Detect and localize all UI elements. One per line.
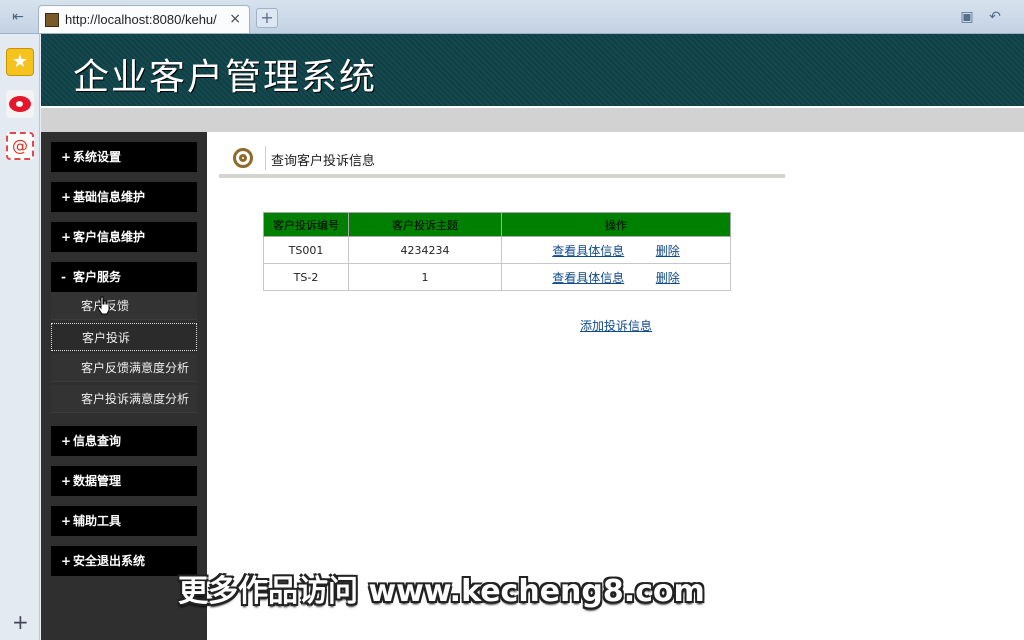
expand-sign: + bbox=[61, 514, 72, 528]
menu-label: 客户服务 bbox=[73, 270, 122, 284]
menu-label: 数据管理 bbox=[73, 474, 122, 488]
restore-window-icon[interactable]: ▣ bbox=[958, 9, 976, 25]
favicon-icon bbox=[45, 13, 59, 27]
row-actions: 查看具体信息 删除 bbox=[501, 236, 731, 264]
submenu-complaint-satisfaction[interactable]: 客户投诉满意度分析 bbox=[51, 385, 197, 413]
delete-link[interactable]: 删除 bbox=[656, 244, 680, 258]
menu-system-settings[interactable]: + 系统设置 bbox=[51, 142, 197, 172]
browser-tab[interactable]: http://localhost:8080/kehu/ × bbox=[38, 5, 250, 33]
title-separator bbox=[265, 146, 266, 170]
submenu-feedback-satisfaction[interactable]: 客户反馈满意度分析 bbox=[51, 354, 197, 382]
menu-label: 辅助工具 bbox=[73, 514, 122, 528]
column-header: 客户投诉主题 bbox=[348, 212, 502, 237]
table-header-row: 客户投诉编号 客户投诉主题 操作 bbox=[263, 212, 731, 237]
expand-sign: + bbox=[61, 230, 72, 244]
table-row: TS-2 1 查看具体信息 删除 bbox=[263, 263, 731, 291]
row-actions: 查看具体信息 删除 bbox=[501, 263, 731, 291]
menu-customer-info[interactable]: + 客户信息维护 bbox=[51, 222, 197, 252]
view-details-link[interactable]: 查看具体信息 bbox=[552, 244, 624, 258]
favorites-star-icon[interactable]: ★ bbox=[6, 48, 34, 76]
delete-link[interactable]: 删除 bbox=[656, 271, 680, 285]
expand-sign: + bbox=[61, 190, 72, 204]
expand-sign: + bbox=[61, 554, 72, 568]
section-divider bbox=[219, 174, 785, 178]
menu-customer-service[interactable]: - 客户服务 bbox=[51, 262, 197, 292]
menu-tools[interactable]: + 辅助工具 bbox=[51, 506, 197, 536]
menu-label: 信息查询 bbox=[73, 434, 122, 448]
column-header: 客户投诉编号 bbox=[263, 212, 349, 237]
browser-toolbar: ⇤ http://localhost:8080/kehu/ × + ▣ ↶ bbox=[0, 0, 1024, 34]
complaint-topic: 1 bbox=[348, 263, 502, 291]
page-title: 企业客户管理系统 bbox=[73, 57, 378, 98]
expand-sign: + bbox=[61, 434, 72, 448]
mail-icon[interactable]: @ bbox=[6, 132, 34, 160]
menu-label: 基础信息维护 bbox=[73, 190, 146, 204]
add-complaint-link[interactable]: 添加投诉信息 bbox=[580, 317, 652, 334]
header-divider bbox=[41, 106, 1024, 132]
view-details-link[interactable]: 查看具体信息 bbox=[552, 271, 624, 285]
collapse-sign: - bbox=[61, 270, 66, 284]
add-icon[interactable]: + bbox=[12, 610, 29, 634]
close-icon[interactable]: × bbox=[229, 11, 241, 27]
menu-label: 系统设置 bbox=[73, 150, 122, 164]
table-row: TS001 4234234 查看具体信息 删除 bbox=[263, 236, 731, 264]
menu-basic-info[interactable]: + 基础信息维护 bbox=[51, 182, 197, 212]
undo-icon[interactable]: ↶ bbox=[986, 9, 1004, 25]
menu-logout[interactable]: + 安全退出系统 bbox=[51, 546, 197, 576]
header-banner: 企业客户管理系统 bbox=[41, 34, 1024, 106]
target-icon bbox=[233, 148, 253, 168]
expand-sign: + bbox=[61, 474, 72, 488]
watermark-text: 更多作品访问 www.kecheng8.com bbox=[178, 574, 705, 609]
hand-cursor-icon bbox=[97, 296, 110, 315]
menu-label: 客户信息维护 bbox=[73, 230, 146, 244]
menu-data-management[interactable]: + 数据管理 bbox=[51, 466, 197, 496]
complaint-table: 客户投诉编号 客户投诉主题 操作 TS001 4234234 查看具体信息 删除… bbox=[263, 212, 731, 291]
browser-side-rail: ★ @ + bbox=[0, 34, 40, 640]
complaint-topic: 4234234 bbox=[348, 236, 502, 264]
column-header: 操作 bbox=[501, 212, 731, 237]
sidebar-menu: +系统设置 +基础信息维护 +客户信息维护 -客户服务 客户反馈 客户投诉 客户… bbox=[41, 132, 207, 640]
submenu-feedback[interactable]: 客户反馈 bbox=[51, 292, 197, 320]
complaint-id: TS001 bbox=[263, 236, 349, 264]
section-title: 查询客户投诉信息 bbox=[271, 154, 376, 169]
main-content: 查询客户投诉信息 客户投诉编号 客户投诉主题 操作 TS001 4234234 … bbox=[207, 132, 1024, 640]
sidebar-toggle-icon[interactable]: ⇤ bbox=[6, 7, 30, 27]
web-page: 企业客户管理系统 +系统设置 +基础信息维护 +客户信息维护 -客户服务 客户反… bbox=[41, 34, 1024, 640]
weibo-icon[interactable] bbox=[6, 90, 34, 118]
new-tab-button[interactable]: + bbox=[256, 8, 278, 28]
menu-label: 安全退出系统 bbox=[73, 554, 146, 568]
expand-sign: + bbox=[61, 150, 72, 164]
complaint-id: TS-2 bbox=[263, 263, 349, 291]
menu-info-query[interactable]: + 信息查询 bbox=[51, 426, 197, 456]
tab-title: http://localhost:8080/kehu/ bbox=[65, 12, 217, 27]
submenu-complaint[interactable]: 客户投诉 bbox=[51, 323, 197, 351]
